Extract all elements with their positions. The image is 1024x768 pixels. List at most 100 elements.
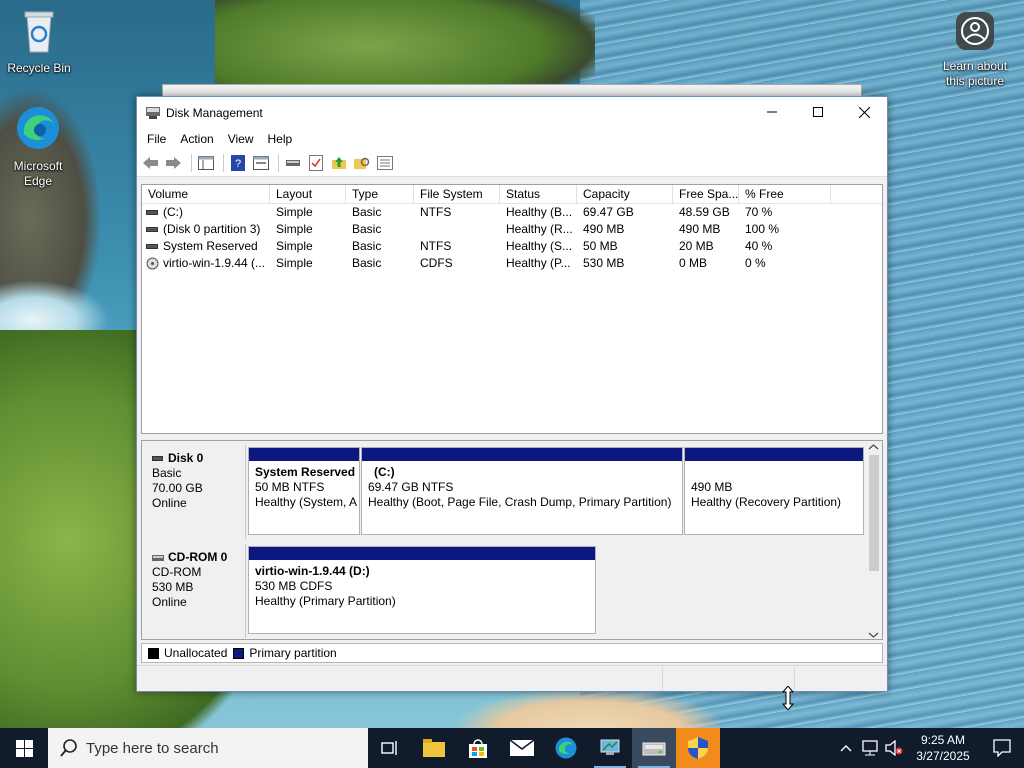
- camera-icon: [956, 12, 994, 50]
- column-header-capacity[interactable]: Capacity: [577, 185, 673, 204]
- cell-status: Healthy (B...: [506, 205, 573, 219]
- network-icon: [862, 740, 878, 756]
- column-header-volume[interactable]: Volume: [142, 185, 270, 204]
- menu-file[interactable]: File: [140, 132, 173, 146]
- taskbar-store[interactable]: [456, 728, 500, 768]
- check-button[interactable]: [306, 153, 326, 173]
- table-row[interactable]: virtio-win-1.9.44 (... Simple Basic CDFS…: [142, 255, 882, 272]
- start-button[interactable]: [0, 728, 48, 768]
- help-book-icon: ?: [231, 154, 245, 171]
- cell-capacity: 50 MB: [583, 239, 618, 253]
- volume-list-header: Volume Layout Type File System Status Ca…: [142, 185, 882, 204]
- network-tray-button[interactable]: [858, 728, 882, 768]
- desktop-icon-learn-picture[interactable]: Learn about this picture: [937, 10, 1013, 89]
- disk-label[interactable]: CD-ROM 0 CD-ROM 530 MB Online: [142, 544, 246, 638]
- task-view-button[interactable]: [368, 728, 412, 768]
- help-button[interactable]: ?: [228, 153, 248, 173]
- window-title: Disk Management: [166, 106, 263, 120]
- taskbar-file-explorer[interactable]: [412, 728, 456, 768]
- desktop-icon-edge[interactable]: Microsoft Edge: [0, 104, 76, 189]
- up-folder-button[interactable]: [329, 153, 349, 173]
- partition-status: Healthy (Recovery Partition): [691, 495, 842, 509]
- menu-view[interactable]: View: [221, 132, 261, 146]
- minimize-button[interactable]: [749, 97, 795, 127]
- volume-tray-button[interactable]: [882, 728, 906, 768]
- disk-state: Online: [152, 595, 187, 609]
- notification-icon: [993, 739, 1011, 757]
- show-hide-console-tree-button[interactable]: [196, 153, 216, 173]
- disk-name: Disk 0: [168, 451, 204, 465]
- title-bar[interactable]: Disk Management: [137, 97, 887, 129]
- action-center-button[interactable]: [980, 728, 1024, 768]
- table-row[interactable]: System Reserved Simple Basic NTFS Health…: [142, 238, 882, 255]
- cd-drive-icon: [146, 257, 159, 270]
- cell-type: Basic: [352, 239, 382, 253]
- disk-name: CD-ROM 0: [168, 550, 228, 564]
- taskbar-disk-management[interactable]: [632, 728, 676, 768]
- cell-status: Healthy (R...: [506, 222, 573, 236]
- table-row[interactable]: (Disk 0 partition 3) Simple Basic Health…: [142, 221, 882, 238]
- svg-text:?: ?: [235, 158, 241, 170]
- volume-list[interactable]: Volume Layout Type File System Status Ca…: [141, 184, 883, 434]
- cell-type: Basic: [352, 205, 382, 219]
- disk-row-disk-0[interactable]: Disk 0 Basic 70.00 GB Online System Rese…: [142, 445, 866, 539]
- search-folder-button[interactable]: [352, 153, 372, 173]
- table-row[interactable]: (C:) Simple Basic NTFS Healthy (B... 69.…: [142, 204, 882, 221]
- partition-recovery[interactable]: 490 MB Healthy (Recovery Partition): [684, 447, 864, 535]
- desktop-icon-recycle-bin[interactable]: Recycle Bin: [1, 8, 77, 75]
- partition-bar: [685, 448, 863, 461]
- disk-row-cdrom-0[interactable]: CD-ROM 0 CD-ROM 530 MB Online virtio-win…: [142, 544, 866, 638]
- connect-disk-button[interactable]: [283, 153, 303, 173]
- back-button[interactable]: [141, 153, 161, 173]
- partition-system-reserved[interactable]: System Reserved 50 MB NTFS Healthy (Syst…: [248, 447, 360, 535]
- taskbar-edge[interactable]: [544, 728, 588, 768]
- legend-swatch-primary: [233, 647, 245, 659]
- cell-volume: System Reserved: [163, 239, 258, 253]
- maximize-icon: [813, 107, 823, 117]
- taskbar-clock[interactable]: 9:25 AM 3/27/2025: [906, 732, 980, 764]
- cell-capacity: 530 MB: [583, 256, 625, 270]
- cell-free-space: 0 MB: [679, 256, 708, 270]
- column-header-status[interactable]: Status: [500, 185, 577, 204]
- maximize-button[interactable]: [795, 97, 841, 127]
- disk-label[interactable]: Disk 0 Basic 70.00 GB Online: [142, 445, 246, 539]
- scroll-thumb[interactable]: [869, 455, 879, 571]
- partition-name: [691, 465, 863, 480]
- disk-management-icon: [642, 742, 666, 756]
- menu-action[interactable]: Action: [173, 132, 220, 146]
- drive-icon: [146, 227, 158, 232]
- column-header-type[interactable]: Type: [346, 185, 414, 204]
- chevron-up-icon[interactable]: [865, 441, 882, 453]
- menu-help[interactable]: Help: [261, 132, 300, 146]
- drive-icon: [146, 244, 158, 249]
- wallpaper-beach: [460, 690, 720, 728]
- column-header-percent-free[interactable]: % Free: [739, 185, 831, 204]
- cell-layout: Simple: [276, 256, 313, 270]
- close-button[interactable]: [841, 97, 887, 127]
- cell-file-system: CDFS: [420, 256, 453, 270]
- partition-name: System Reserved: [255, 465, 356, 479]
- resize-cursor-icon: [782, 686, 794, 710]
- folder-up-icon: [332, 156, 346, 169]
- partition-status: Healthy (Primary Partition): [255, 594, 396, 608]
- folder-search-icon: [354, 157, 370, 169]
- taskbar-uac-prompt[interactable]: [676, 728, 720, 768]
- column-header-file-system[interactable]: File System: [414, 185, 500, 204]
- cd-drive-icon: [152, 554, 164, 561]
- chevron-down-icon[interactable]: [865, 629, 882, 640]
- column-header-free-space[interactable]: Free Spa...: [673, 185, 739, 204]
- legend: Unallocated Primary partition: [141, 643, 883, 663]
- column-header-layout[interactable]: Layout: [270, 185, 346, 204]
- disk-view-scrollbar[interactable]: [865, 441, 882, 640]
- properties-view-button[interactable]: [251, 153, 271, 173]
- forward-button[interactable]: [164, 153, 184, 173]
- partition-c-drive[interactable]: (C:) 69.47 GB NTFS Healthy (Boot, Page F…: [361, 447, 683, 535]
- disk-graphical-view[interactable]: Disk 0 Basic 70.00 GB Online System Rese…: [141, 440, 883, 640]
- taskbar-search-box[interactable]: Type here to search: [48, 728, 368, 768]
- show-hidden-icons-button[interactable]: [834, 728, 858, 768]
- taskbar-mail[interactable]: [500, 728, 544, 768]
- partition-virtio-win[interactable]: virtio-win-1.9.44 (D:) 530 MB CDFS Healt…: [248, 546, 596, 634]
- list-view-button[interactable]: [375, 153, 395, 173]
- taskbar-computer-management[interactable]: [588, 728, 632, 768]
- wallpaper-cliff: [215, 0, 595, 90]
